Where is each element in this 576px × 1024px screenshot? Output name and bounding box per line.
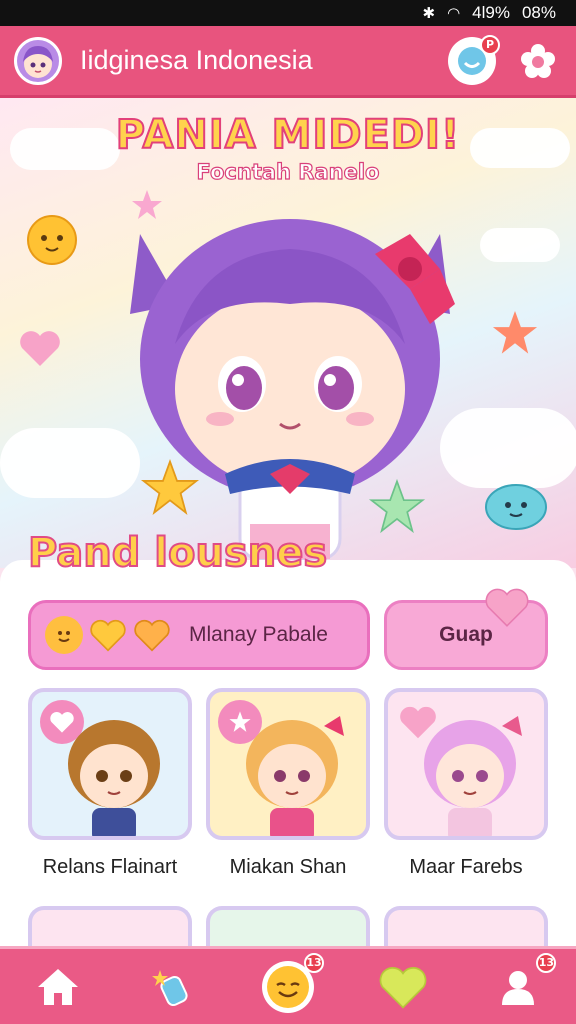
character-card[interactable]: [28, 688, 192, 840]
star-icon: [492, 310, 538, 354]
profile-icon: [502, 970, 535, 1005]
heart-icon: [379, 966, 427, 1009]
nav-profile[interactable]: 13: [488, 952, 557, 1017]
pill-main-label: Mlanay Pabale: [189, 623, 328, 646]
blue-creature-icon: [485, 484, 547, 530]
cloud-decoration: [480, 228, 560, 262]
yellow-heart-icon: [90, 619, 126, 652]
character-name: Relans Flainart: [42, 856, 178, 878]
character-card[interactable]: [384, 688, 548, 840]
notification-badge: P: [480, 34, 500, 55]
heart-icon: [20, 331, 60, 366]
nav-center[interactable]: 13: [258, 952, 324, 1017]
character-avatar-pink: [424, 716, 522, 836]
battery-text: 08%: [521, 3, 556, 22]
profile-badge: 13: [536, 952, 557, 973]
category-pill-main[interactable]: Mlanay Pabale: [28, 600, 370, 670]
nav-magic[interactable]: [143, 957, 203, 1017]
notifications-button[interactable]: P: [448, 34, 500, 85]
character-avatar-blonde: [246, 716, 344, 836]
bluetooth-icon: ✱: [422, 5, 436, 22]
section-title: Pand lousnes: [27, 529, 328, 577]
center-badge: 13: [303, 952, 324, 973]
hero-title: PANIA MIDEDI!: [115, 111, 461, 159]
character-illustration: [130, 219, 455, 561]
app-title: Iidginesa Indonesia: [80, 45, 313, 75]
sun-creature-icon: [27, 215, 77, 265]
character-card[interactable]: [206, 688, 370, 840]
nav-home[interactable]: [28, 957, 88, 1017]
character-avatar-brown: [68, 720, 160, 836]
orange-heart-icon: [134, 619, 170, 652]
bottom-nav: 13 13: [0, 946, 576, 1024]
character-name: Miakan Shan: [229, 856, 347, 878]
home-icon: [37, 968, 78, 1005]
signal-text: 4l9%: [472, 3, 510, 22]
wifi-icon: ◠: [447, 5, 461, 22]
potion-icon: [151, 969, 188, 1006]
hero-banner: PANIA MIDEDI! Focntah Ranelo: [0, 98, 576, 568]
flower-menu-button[interactable]: [514, 37, 562, 85]
app-header: Iidginesa Indonesia P: [0, 26, 576, 98]
nav-favorites[interactable]: [373, 957, 433, 1017]
status-bar: ✱ ◠ 4l9% 08%: [0, 0, 576, 26]
heart-icon: [485, 588, 529, 627]
hero-subtitle: Focntah Ranelo: [196, 159, 380, 184]
avatar-face-icon: [23, 45, 53, 78]
avatar[interactable]: [14, 36, 62, 85]
smiley-emoji-icon: [45, 616, 83, 654]
character-name: Maar Farebs: [409, 856, 523, 878]
flower-icon: [521, 43, 555, 78]
